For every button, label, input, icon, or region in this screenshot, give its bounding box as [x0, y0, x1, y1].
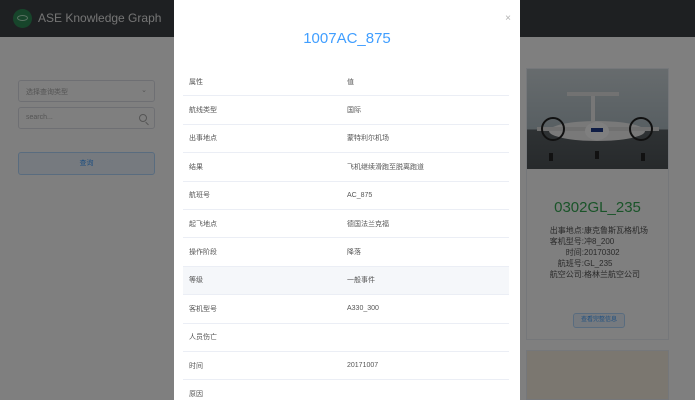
row-key: 等级	[189, 277, 203, 285]
table-row: 人员伤亡	[183, 324, 509, 352]
row-value: 一般事件	[347, 277, 375, 285]
row-value: 降落	[347, 249, 361, 257]
row-value: 国际	[347, 107, 361, 115]
row-key: 出事地点	[189, 135, 217, 143]
table-row: 操作阶段 降落	[183, 238, 509, 267]
column-header-attribute: 属性	[189, 78, 203, 86]
table-row-hovered: 等级 一般事件	[183, 266, 509, 296]
row-key: 结果	[189, 163, 203, 171]
table-header-row: 属性 值	[183, 68, 509, 97]
table-row: 起飞地点 德国法兰克福	[183, 210, 509, 239]
row-value: A330_300	[347, 305, 379, 313]
close-icon[interactable]: ×	[505, 13, 511, 24]
column-header-value: 值	[347, 78, 354, 86]
table-row: 出事地点 蒙特利尔机场	[183, 125, 509, 154]
row-value: AC_875	[347, 191, 373, 199]
row-value: 20171007	[347, 362, 379, 370]
table-row: 航班号 AC_875	[183, 182, 509, 210]
row-key: 起飞地点	[189, 220, 217, 228]
row-key: 客机型号	[189, 305, 217, 313]
table-row: 航线类型 国际	[183, 96, 509, 125]
row-key: 时间	[189, 362, 203, 370]
row-key: 人员伤亡	[189, 334, 217, 342]
row-key: 操作阶段	[189, 249, 217, 257]
table-row: 原因	[183, 380, 509, 400]
row-value: 飞机继续滑跑至脱离跑道	[347, 163, 424, 171]
table-row: 结果 飞机继续滑跑至脱离跑道	[183, 153, 509, 182]
row-key: 航线类型	[189, 107, 217, 115]
attribute-table: 属性 值 航线类型 国际 出事地点 蒙特利尔机场 结果 飞机继续滑跑至脱离跑道 …	[183, 68, 509, 400]
dialog-title: 1007AC_875	[303, 30, 391, 47]
detail-dialog: × 1007AC_875 属性 值 航线类型 国际 出事地点 蒙特利尔机场 结果…	[174, 0, 520, 400]
row-value: 德国法兰克福	[347, 220, 389, 228]
row-value: 蒙特利尔机场	[347, 135, 389, 143]
row-key: 航班号	[189, 192, 210, 200]
table-row: 时间 20171007	[183, 352, 509, 381]
row-key: 原因	[189, 390, 203, 398]
table-row: 客机型号 A330_300	[183, 295, 509, 324]
